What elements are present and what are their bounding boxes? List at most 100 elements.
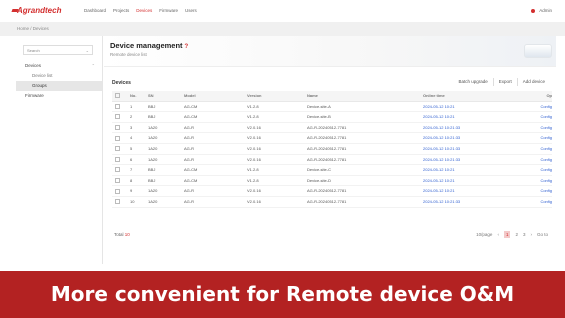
table-cell-op[interactable]: Config xyxy=(535,123,552,133)
page-number[interactable]: 2 xyxy=(515,232,518,237)
table-row[interactable]: 4 1A20 AG-R V2.0.16 AG-R-20240512-7781 2024-0… xyxy=(112,133,552,144)
chevron-up-icon: ⌃ xyxy=(91,63,95,68)
top-nav-item[interactable]: Firmware xyxy=(159,8,178,13)
table-cell-online[interactable]: 2024-05-12 10:21 xyxy=(423,165,503,175)
table-cell-sn: 1A20 xyxy=(148,198,158,204)
table-cell-no: 5 xyxy=(130,145,133,151)
table-cell-online[interactable]: 2024-05-12 10:21:33 xyxy=(423,123,503,133)
goto-page-input[interactable]: Go to xyxy=(537,232,548,237)
table-cell-online[interactable]: 2024-05-12 10:21:33 xyxy=(423,155,503,165)
main-content: Device management? Remote device list De… xyxy=(104,36,556,264)
notification-icon[interactable] xyxy=(531,8,536,13)
row-checkbox[interactable] xyxy=(115,177,120,183)
app-logo[interactable]: Agrandtech xyxy=(17,6,61,15)
row-checkbox[interactable] xyxy=(115,103,120,109)
table-cell-op[interactable]: Config xyxy=(535,186,552,196)
top-navigation-bar: Agrandtech Dashboard Projects Devices Firmw… xyxy=(0,0,565,22)
table-cell-op[interactable]: Config xyxy=(535,102,552,112)
sidebar-search-input[interactable]: Search ⌄ xyxy=(23,45,93,55)
sidebar-item[interactable]: Groups xyxy=(16,81,102,91)
column-header[interactable]: Op xyxy=(535,91,552,101)
table-cell-online[interactable]: 2024-05-12 10:21:33 xyxy=(423,133,503,143)
table-row[interactable]: 1 BBJ AG-CM V1.2.8 Device-site-A 2024-05-12 1… xyxy=(112,102,552,113)
page-number[interactable]: 3 xyxy=(523,232,526,237)
sidebar-item-label: Groups xyxy=(32,83,47,88)
table-cell-op[interactable]: Config xyxy=(535,133,552,143)
table-title: Devices xyxy=(112,80,131,86)
table-cell-version: V2.0.16 xyxy=(247,145,261,151)
row-checkbox[interactable] xyxy=(115,124,120,130)
table-cell-no: 6 xyxy=(130,156,133,162)
table-cell-sn: 1A20 xyxy=(148,188,158,194)
row-checkbox[interactable] xyxy=(115,188,120,194)
table-row[interactable]: 5 1A20 AG-R V2.0.16 AG-R-20240512-7781 2024-0… xyxy=(112,144,552,155)
table-cell-version: V2.0.16 xyxy=(247,198,261,204)
table-row[interactable]: 7 BBJ AG-CM V1.2.8 Device-site-C 2024-05-12 1… xyxy=(112,165,552,176)
table-cell-op[interactable]: Config xyxy=(535,197,552,207)
breadcrumb: Home / Devices xyxy=(17,26,49,31)
table-cell-sn: 1A20 xyxy=(148,156,158,162)
table-row[interactable]: 9 1A20 AG-R V2.0.16 AG-R-20240512-7781 2024-0… xyxy=(112,186,552,197)
table-cell-model: AG-CM xyxy=(184,103,198,109)
top-nav-item[interactable]: Projects xyxy=(113,8,129,13)
top-nav-item[interactable]: Users xyxy=(185,8,197,13)
page-size-select[interactable]: 10/page xyxy=(476,232,492,237)
toolbar-button[interactable]: Batch upgrade xyxy=(453,78,492,86)
sidebar-item[interactable]: Firmware xyxy=(16,91,102,101)
top-nav-item[interactable]: Dashboard xyxy=(84,8,106,13)
table-row[interactable]: 10 1A20 AG-R V2.0.16 AG-R-20240512-7781 2024-… xyxy=(112,197,552,208)
sidebar-item[interactable]: Device list xyxy=(16,71,102,81)
table-cell-op[interactable]: Config xyxy=(535,144,552,154)
table-cell-version: V2.0.16 xyxy=(247,124,261,130)
select-all-checkbox[interactable] xyxy=(115,93,120,99)
table-cell-name: AG-R-20240512-7781 xyxy=(307,145,347,151)
table-cell-online[interactable]: 2024-05-12 10:21 xyxy=(423,186,503,196)
next-page-button[interactable]: › xyxy=(530,232,532,237)
help-icon[interactable]: ? xyxy=(185,44,189,50)
column-header[interactable]: Online time xyxy=(423,91,503,101)
page-header: Device management? Remote device list xyxy=(104,36,556,67)
page-number[interactable]: 1 xyxy=(503,231,511,238)
table-cell-online[interactable]: 2024-05-12 10:21:33 xyxy=(423,144,503,154)
banner-text: More convenient for Remote device O&M xyxy=(50,282,515,306)
table-cell-sn: BBJ xyxy=(148,103,156,109)
table-toolbar: Batch upgrade Export Add device xyxy=(453,78,550,86)
table-row[interactable]: 6 1A20 AG-R V2.0.16 AG-R-20240512-7781 2024-0… xyxy=(112,155,552,166)
top-nav-item[interactable]: Devices xyxy=(136,8,152,13)
table-row[interactable]: 8 BBJ AG-CM V1.2.8 Device-site-D 2024-05-12 1… xyxy=(112,176,552,187)
table-cell-model: AG-CM xyxy=(184,114,198,120)
toolbar-button[interactable]: Add device xyxy=(516,78,550,86)
table-cell-op[interactable]: Config xyxy=(535,112,552,122)
table-cell-online[interactable]: 2024-05-12 10:21 xyxy=(423,102,503,112)
toolbar-button[interactable]: Export xyxy=(492,78,517,86)
user-name[interactable]: Admin xyxy=(539,8,552,13)
table-cell-name: AG-R-20240512-7781 xyxy=(307,135,347,141)
column-header[interactable]: SN xyxy=(148,91,178,101)
prev-page-button[interactable]: ‹ xyxy=(497,232,499,237)
table-cell-sn: 1A20 xyxy=(148,124,158,130)
row-checkbox[interactable] xyxy=(115,146,120,152)
row-checkbox[interactable] xyxy=(115,114,120,120)
column-header[interactable]: Model xyxy=(184,91,224,101)
column-header[interactable]: No. xyxy=(130,91,150,101)
table-cell-op[interactable]: Config xyxy=(535,176,552,186)
table-row[interactable]: 2 BBJ AG-CM V1.2.8 Device-site-B 2024-05-12 1… xyxy=(112,112,552,123)
column-header[interactable]: Version xyxy=(247,91,287,101)
table-cell-online[interactable]: 2024-05-12 10:21 xyxy=(423,176,503,186)
table-cell-op[interactable]: Config xyxy=(535,155,552,165)
user-area[interactable]: Admin xyxy=(531,8,552,13)
table-cell-op[interactable]: Config xyxy=(535,165,552,175)
table-cell-model: AG-R xyxy=(184,145,194,151)
column-header[interactable]: Name xyxy=(307,91,392,101)
table-row[interactable]: 3 1A20 AG-R V2.0.16 AG-R-20240512-7781 2024-0… xyxy=(112,123,552,134)
table-cell-online[interactable]: 2024-05-12 10:21:33 xyxy=(423,197,503,207)
table-cell-sn: BBJ xyxy=(148,177,156,183)
table-cell-no: 8 xyxy=(130,177,133,183)
row-checkbox[interactable] xyxy=(115,167,120,173)
table-cell-online[interactable]: 2024-05-12 10:21 xyxy=(423,112,503,122)
row-checkbox[interactable] xyxy=(115,135,120,141)
row-checkbox[interactable] xyxy=(115,199,120,205)
row-checkbox[interactable] xyxy=(115,156,120,162)
sidebar-item[interactable]: Devices ⌃ xyxy=(16,61,102,71)
table-cell-version: V1.2.8 xyxy=(247,103,259,109)
